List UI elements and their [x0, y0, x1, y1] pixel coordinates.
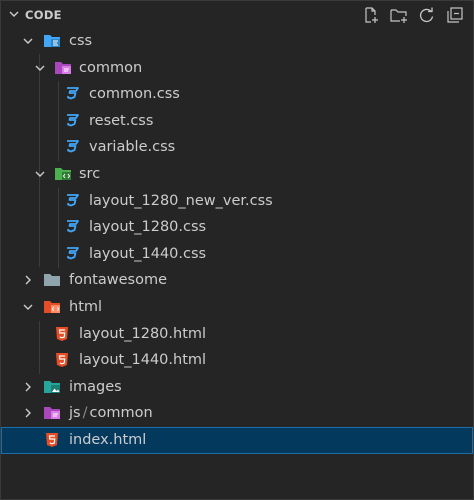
chevron-right-icon[interactable]: [21, 406, 35, 420]
tree-item-layout-1440-css[interactable]: layout_1440.css: [1, 241, 473, 268]
refresh-icon: [419, 7, 434, 23]
tree-item-layout-1280-css[interactable]: layout_1280.css: [1, 214, 473, 241]
tree-item-label: layout_1280.html: [79, 325, 207, 342]
chevron-down-icon[interactable]: [21, 300, 35, 314]
tree-item-label: common.css: [89, 86, 180, 103]
chevron-right-icon[interactable]: [21, 380, 35, 394]
header-actions: [361, 5, 465, 25]
html-folder-open-icon: [44, 300, 60, 313]
tree-item-index-html[interactable]: index.html: [1, 426, 473, 454]
css-folder-open-icon: [44, 35, 60, 47]
common-folder-open-icon: [55, 61, 71, 74]
file-tree: css common common.css reset.css variable…: [1, 28, 473, 454]
css-file-icon: [67, 140, 79, 153]
tree-item-fontawesome-folder[interactable]: fontawesome: [1, 267, 473, 294]
tree-item-variable-css[interactable]: variable.css: [1, 134, 473, 161]
new-file-button[interactable]: [361, 5, 381, 25]
tree-item-layout-1440-html[interactable]: layout_1440.html: [1, 347, 473, 374]
tree-item-label: images: [69, 378, 122, 395]
tree-item-common-css[interactable]: common.css: [1, 81, 473, 108]
tree-item-images-folder[interactable]: images: [1, 374, 473, 401]
tree-item-label: layout_1440.html: [79, 352, 207, 369]
css-file-icon: [67, 193, 79, 206]
css-file-icon: [67, 220, 79, 233]
tree-item-label: layout_1440.css: [89, 245, 207, 262]
tree-item-label: html: [69, 298, 103, 315]
html-file-icon: [56, 353, 68, 368]
refresh-button[interactable]: [417, 5, 437, 25]
chevron-down-icon[interactable]: [21, 34, 35, 48]
js-segment[interactable]: js: [69, 405, 81, 421]
css-file-icon: [67, 246, 79, 260]
chevron-down-icon[interactable]: [33, 167, 47, 181]
tree-item-html-folder[interactable]: html: [1, 294, 473, 321]
tree-item-layout-1280-html[interactable]: layout_1280.html: [1, 321, 473, 348]
explorer-panel: CODE css common common.css reset.css var…: [0, 0, 474, 500]
tree-item-label: reset.css: [89, 112, 154, 129]
new-folder-icon: [390, 9, 407, 23]
tree-item-reset-css[interactable]: reset.css: [1, 108, 473, 135]
folder-icon: [44, 274, 60, 287]
tree-item-src-folder[interactable]: src: [1, 161, 473, 188]
collapse-all-button[interactable]: [445, 5, 465, 25]
css-file-icon: [67, 87, 79, 100]
html-file-icon: [56, 326, 68, 341]
tree-item-layout-1280-new-ver-css[interactable]: layout_1280_new_ver.css: [1, 188, 473, 215]
tree-item-label: layout_1280_new_ver.css: [89, 192, 273, 209]
css-file-icon: [67, 113, 79, 127]
tree-item-label: fontawesome: [69, 272, 167, 289]
tree-item-label: src: [79, 165, 101, 182]
tree-item-common-folder[interactable]: common: [1, 55, 473, 82]
common-segment[interactable]: common: [89, 405, 152, 421]
tree-item-label: index.html: [69, 431, 147, 448]
chevron-right-icon[interactable]: [21, 273, 35, 287]
explorer-section-header[interactable]: CODE: [1, 1, 473, 28]
chevron-down-icon[interactable]: [7, 7, 21, 21]
tree-item-label: common: [79, 59, 143, 76]
new-file-icon: [365, 7, 378, 23]
html-file-icon: [46, 432, 58, 447]
src-folder-open-icon: [55, 167, 71, 180]
tree-item-label: layout_1280.css: [89, 219, 207, 236]
section-title: CODE: [25, 8, 62, 22]
collapse-all-icon: [447, 7, 463, 23]
new-folder-button[interactable]: [389, 5, 409, 25]
common-folder-icon: [44, 407, 60, 420]
tree-item-label: js / common: [69, 405, 153, 421]
images-folder-icon: [44, 380, 60, 393]
tree-item-label: css: [69, 33, 93, 49]
tree-item-js-common-folder[interactable]: js / common: [1, 400, 473, 427]
tree-item-label: variable.css: [89, 139, 176, 156]
tree-item-css-folder[interactable]: css: [1, 28, 473, 55]
chevron-down-icon[interactable]: [33, 61, 47, 75]
